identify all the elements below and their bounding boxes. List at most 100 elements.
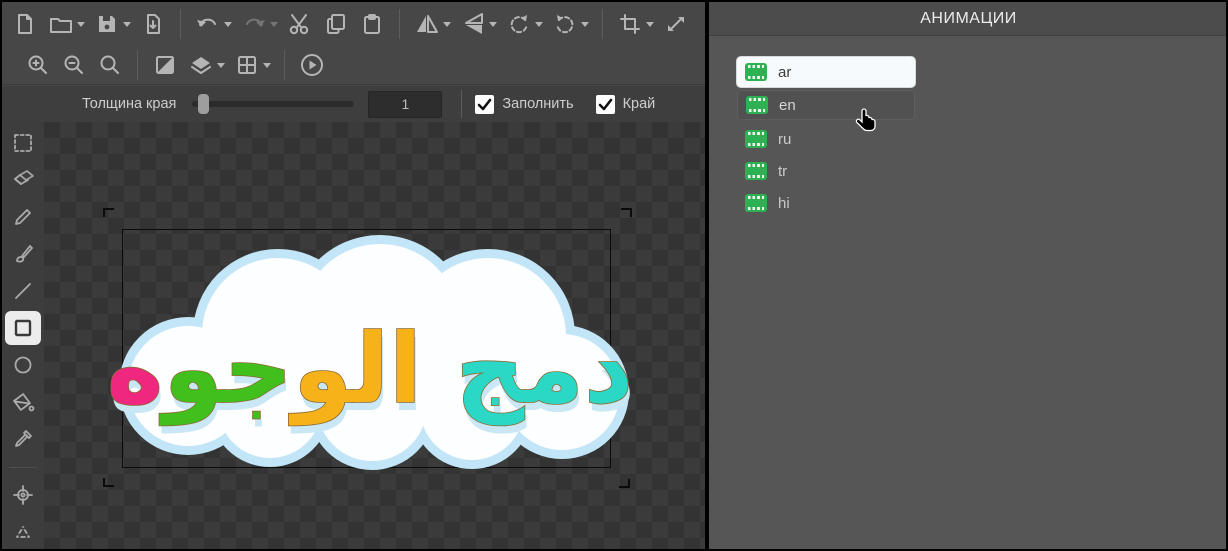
- invert-view-icon: [153, 53, 177, 77]
- edge-label: Край: [623, 96, 656, 112]
- tool-eraser[interactable]: [5, 163, 41, 197]
- selection-corner-top-left[interactable]: [103, 208, 114, 217]
- paste-button[interactable]: [354, 7, 390, 41]
- rotate-cw-icon: [553, 12, 577, 36]
- animation-item-ru[interactable]: ru: [737, 124, 915, 154]
- layers-dropdown[interactable]: [217, 63, 225, 72]
- import-file-button[interactable]: [135, 7, 171, 41]
- toolbar-separator: [180, 9, 181, 39]
- paint-bucket-icon: [11, 391, 35, 413]
- undo-dropdown[interactable]: [224, 22, 232, 31]
- tool-select[interactable]: [5, 126, 41, 160]
- zoom-in-button[interactable]: [20, 48, 56, 82]
- rotate-ccw-button[interactable]: [501, 7, 537, 41]
- rectangle-icon: [12, 317, 34, 339]
- tool-brush[interactable]: [5, 237, 41, 271]
- toolbar-separator: [284, 50, 285, 80]
- tool-properties-bar: Толщина края 1 Заполнить Край: [2, 86, 705, 122]
- grid-button[interactable]: [229, 48, 265, 82]
- selection-corner-bottom-right[interactable]: [619, 479, 630, 488]
- line-icon: [12, 280, 34, 302]
- rotate-ccw-dropdown[interactable]: [535, 22, 543, 31]
- toolbar-separator: [137, 50, 138, 80]
- tools-sidebar: [2, 122, 44, 551]
- eraser-icon: [11, 169, 35, 191]
- zoom-reset-button[interactable]: [92, 48, 128, 82]
- tool-line[interactable]: [5, 274, 41, 308]
- animation-label: ar: [778, 64, 791, 81]
- flip-horizontal-dropdown[interactable]: [443, 22, 451, 31]
- animation-item-hi[interactable]: hi: [737, 188, 915, 218]
- animations-panel: АНИМАЦИИ ar en ru tr hi: [709, 2, 1228, 551]
- tool-rectangle[interactable]: [5, 311, 41, 345]
- grid-dropdown[interactable]: [263, 63, 271, 72]
- view-toolbar: [2, 45, 705, 85]
- layers-icon: [188, 53, 214, 77]
- crop-dropdown[interactable]: [646, 22, 654, 31]
- edge-checkbox-group[interactable]: Край: [596, 95, 656, 114]
- save-dropdown[interactable]: [123, 22, 131, 31]
- flip-vertical-dropdown[interactable]: [489, 22, 497, 31]
- selection-corner-bottom-left[interactable]: [103, 478, 114, 487]
- pencil-icon: [12, 206, 34, 228]
- animation-item-ar[interactable]: ar: [737, 57, 915, 87]
- rotate-ccw-icon: [507, 12, 531, 36]
- tool-color-picker[interactable]: [5, 422, 41, 456]
- drawing-canvas[interactable]: دمج الوجوه دمج الوجوه: [44, 122, 705, 551]
- logo-segment-2: الو: [289, 313, 422, 426]
- logo-segment-3: جو: [159, 313, 292, 426]
- tool-node-editor[interactable]: [5, 515, 41, 549]
- stroke-width-input[interactable]: 1: [368, 91, 442, 118]
- check-icon: [477, 98, 492, 111]
- film-strip-icon: [746, 96, 768, 114]
- film-strip-icon: [745, 194, 767, 212]
- new-file-button[interactable]: [7, 7, 43, 41]
- tool-fill[interactable]: [5, 385, 41, 419]
- rotate-cw-button[interactable]: [547, 7, 583, 41]
- tool-move-target[interactable]: [5, 478, 41, 512]
- slider-handle[interactable]: [198, 94, 209, 114]
- film-strip-icon: [745, 130, 767, 148]
- tool-pencil[interactable]: [5, 200, 41, 234]
- resize-button[interactable]: [658, 7, 694, 41]
- fill-checkbox[interactable]: [475, 95, 494, 114]
- rotate-cw-dropdown[interactable]: [581, 22, 589, 31]
- redo-button[interactable]: [236, 7, 272, 41]
- eyedropper-icon: [12, 428, 34, 450]
- redo-dropdown[interactable]: [270, 22, 278, 31]
- zoom-out-button[interactable]: [56, 48, 92, 82]
- flip-horizontal-button[interactable]: [409, 7, 445, 41]
- flip-vertical-button[interactable]: [455, 7, 491, 41]
- open-file-dropdown[interactable]: [77, 22, 85, 31]
- toolbar-separator: [399, 9, 400, 39]
- animation-label: en: [779, 97, 796, 114]
- animation-item-tr[interactable]: tr: [737, 156, 915, 186]
- undo-icon: [195, 13, 221, 35]
- edge-checkbox[interactable]: [596, 95, 615, 114]
- copy-button[interactable]: [318, 7, 354, 41]
- tools-separator: [9, 467, 37, 468]
- animation-item-en[interactable]: en: [737, 90, 915, 120]
- animation-label: hi: [778, 195, 790, 212]
- play-icon: [299, 52, 325, 78]
- new-file-icon: [13, 12, 37, 36]
- selection-corner-top-right[interactable]: [621, 208, 632, 217]
- crop-button[interactable]: [612, 7, 648, 41]
- fill-checkbox-group[interactable]: Заполнить: [475, 95, 573, 114]
- animations-panel-title: АНИМАЦИИ: [920, 10, 1017, 28]
- save-button[interactable]: [89, 7, 125, 41]
- animations-panel-header: АНИМАЦИИ: [709, 2, 1228, 36]
- tool-ellipse[interactable]: [5, 348, 41, 382]
- layers-button[interactable]: [183, 48, 219, 82]
- film-strip-icon: [745, 63, 767, 81]
- undo-button[interactable]: [190, 7, 226, 41]
- play-animation-button[interactable]: [294, 48, 330, 82]
- check-icon: [598, 98, 613, 111]
- cut-button[interactable]: [282, 7, 318, 41]
- open-file-button[interactable]: [43, 7, 79, 41]
- flip-horizontal-icon: [415, 13, 439, 35]
- invert-view-button[interactable]: [147, 48, 183, 82]
- stroke-width-slider[interactable]: [192, 101, 354, 107]
- copy-icon: [324, 12, 348, 36]
- scissors-icon: [287, 11, 313, 37]
